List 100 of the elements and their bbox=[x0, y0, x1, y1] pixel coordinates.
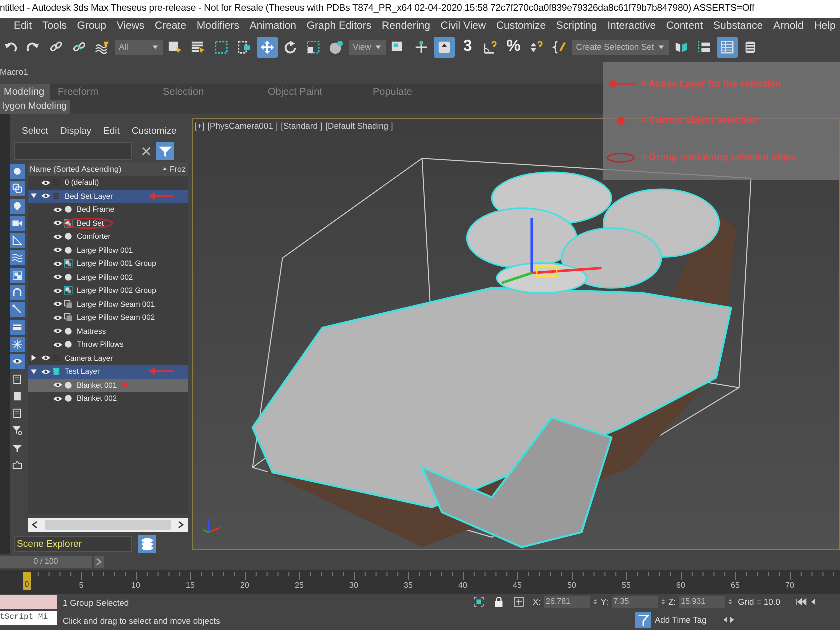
coordinate-label: Z: bbox=[668, 597, 676, 607]
dashed-square-icon bbox=[214, 40, 229, 54]
menu-item[interactable]: Arnold bbox=[774, 20, 804, 32]
selection-square-icon[interactable] bbox=[473, 596, 485, 608]
viewport-label[interactable]: [Standard ] bbox=[281, 121, 323, 137]
frame-icon bbox=[12, 460, 23, 472]
toolbar-button[interactable] bbox=[434, 36, 456, 58]
explorer-menu-item[interactable]: Select bbox=[22, 126, 48, 136]
collapse-triangle-icon[interactable] bbox=[30, 368, 36, 375]
ribbon-tab[interactable]: Modeling bbox=[0, 84, 50, 100]
menu-item[interactable]: Views bbox=[116, 20, 145, 32]
lock-icon[interactable] bbox=[493, 596, 505, 608]
menu-item[interactable]: Substance bbox=[714, 20, 764, 32]
toolbar-dropdown[interactable]: All bbox=[115, 40, 163, 54]
chevron-right-icon bbox=[95, 558, 103, 566]
menu-item[interactable]: Scripting bbox=[556, 20, 598, 32]
menu-item[interactable]: Interactive bbox=[608, 20, 656, 32]
filter-toggle[interactable] bbox=[10, 250, 25, 266]
toolbar-dropdown[interactable]: Create Selection Set bbox=[572, 40, 670, 54]
filter-toggle[interactable] bbox=[10, 320, 25, 335]
filter-toggle[interactable] bbox=[10, 302, 25, 318]
selection-status: 1 Group Selected bbox=[63, 598, 130, 608]
key-mode-icon[interactable] bbox=[722, 616, 735, 624]
snap-toggle-button[interactable]: % bbox=[503, 36, 524, 58]
table-icon bbox=[720, 40, 736, 54]
wave-icon bbox=[12, 252, 23, 264]
close-icon[interactable] bbox=[142, 146, 151, 156]
menu-item[interactable]: Civil View bbox=[440, 20, 486, 32]
horizontal-scrollbar[interactable] bbox=[28, 518, 188, 532]
frame-number: 45 bbox=[512, 581, 523, 590]
time-slider-thumb[interactable]: 0 / 100 bbox=[0, 556, 92, 568]
filter-toggle[interactable] bbox=[10, 198, 25, 214]
filter-toggle[interactable] bbox=[10, 336, 25, 352]
coordinate-field[interactable]: 7.35 bbox=[612, 596, 658, 608]
filter-toggle[interactable] bbox=[10, 164, 25, 179]
viewport-label[interactable]: [Default Shading ] bbox=[326, 121, 394, 137]
filter-toggle[interactable] bbox=[10, 233, 25, 248]
chevron-right-icon[interactable] bbox=[177, 521, 185, 529]
explorer-menu-item[interactable]: Edit bbox=[104, 126, 120, 136]
explorer-menu-item[interactable]: Customize bbox=[132, 126, 177, 136]
menu-item[interactable]: Modifiers bbox=[196, 20, 240, 32]
transform-mode-icon[interactable] bbox=[513, 596, 525, 608]
menu-item[interactable]: Help bbox=[814, 20, 836, 32]
filter-toggle[interactable] bbox=[10, 354, 25, 370]
listener-field[interactable] bbox=[0, 595, 57, 609]
filter-toggle[interactable] bbox=[10, 285, 25, 300]
menu-item[interactable]: Edit bbox=[14, 20, 32, 32]
timeline-ruler[interactable]: 0 5 10 15 20 25 30 35 40 45 50 55 60 65 70 bbox=[0, 570, 840, 594]
listener-field[interactable]: tScript Mi bbox=[0, 611, 57, 625]
spinner-icon[interactable] bbox=[728, 598, 734, 606]
frame-marker[interactable]: 0 bbox=[23, 572, 31, 590]
explorer-menu-item[interactable]: Display bbox=[60, 126, 92, 136]
search-field[interactable] bbox=[14, 142, 132, 160]
filter-toggle[interactable] bbox=[10, 181, 25, 196]
previous-frame-icon[interactable] bbox=[810, 598, 816, 606]
go-to-start-icon[interactable] bbox=[795, 598, 808, 606]
menu-item[interactable]: Tools bbox=[42, 20, 67, 32]
snap-toggle-button[interactable]: 3 bbox=[457, 36, 478, 58]
menu-item[interactable]: Create bbox=[155, 20, 187, 32]
align-icon bbox=[697, 40, 712, 54]
coordinate-field[interactable]: 26.781 bbox=[544, 596, 590, 608]
sphere-icon bbox=[64, 205, 73, 214]
funnel-icon bbox=[12, 442, 23, 454]
expand-triangle-icon[interactable] bbox=[30, 355, 36, 362]
column-header[interactable]: Name (Sorted Ascending) bbox=[30, 164, 162, 174]
time-tag-button[interactable] bbox=[635, 612, 651, 628]
filter-button[interactable] bbox=[156, 142, 174, 160]
spinner-icon[interactable] bbox=[593, 598, 598, 606]
toolbar-dropdown[interactable]: View bbox=[349, 40, 386, 54]
viewport-label[interactable]: [PhysCamera001 ] bbox=[208, 121, 278, 137]
ribbon-panel-tab[interactable]: lygon Modeling bbox=[0, 100, 70, 114]
menu-item[interactable]: Rendering bbox=[382, 20, 430, 32]
spinner-icon[interactable] bbox=[660, 598, 666, 606]
collapse-triangle-icon[interactable] bbox=[30, 193, 36, 200]
coordinate-field[interactable]: 15.931 bbox=[679, 596, 726, 608]
blank-page-icon bbox=[12, 390, 23, 402]
column-header[interactable]: Froz bbox=[170, 164, 188, 174]
menu-item[interactable]: Customize bbox=[496, 20, 546, 32]
toolbar-button[interactable] bbox=[717, 36, 738, 58]
explorer-dropdown[interactable]: Scene Explorer bbox=[14, 536, 132, 552]
toolbar-button[interactable] bbox=[257, 36, 278, 58]
frame-number: 20 bbox=[240, 581, 250, 590]
chevron-left-icon[interactable] bbox=[31, 521, 39, 529]
menu-item[interactable]: Graph Editors bbox=[306, 20, 372, 32]
list-cursor-icon bbox=[191, 40, 206, 54]
viewport-label[interactable]: [+] bbox=[195, 121, 205, 137]
menu-item[interactable]: Content bbox=[666, 20, 704, 32]
grouped-squares-icon bbox=[12, 270, 23, 281]
filter-toggle[interactable] bbox=[10, 216, 25, 231]
filter-toggle[interactable] bbox=[10, 268, 25, 283]
sphere-icon bbox=[329, 40, 344, 54]
overlapping-squares-icon bbox=[12, 183, 23, 194]
arrow-icon bbox=[607, 79, 635, 90]
layer-explorer-button[interactable] bbox=[138, 535, 156, 553]
menu-item[interactable]: Animation bbox=[250, 20, 297, 32]
legend-text: = Active Layer for the selection bbox=[641, 78, 782, 90]
caret-icon bbox=[152, 44, 159, 50]
next-frame-button[interactable] bbox=[94, 556, 104, 568]
menu-item[interactable]: Group bbox=[77, 20, 106, 32]
frame-number: 70 bbox=[784, 581, 796, 590]
